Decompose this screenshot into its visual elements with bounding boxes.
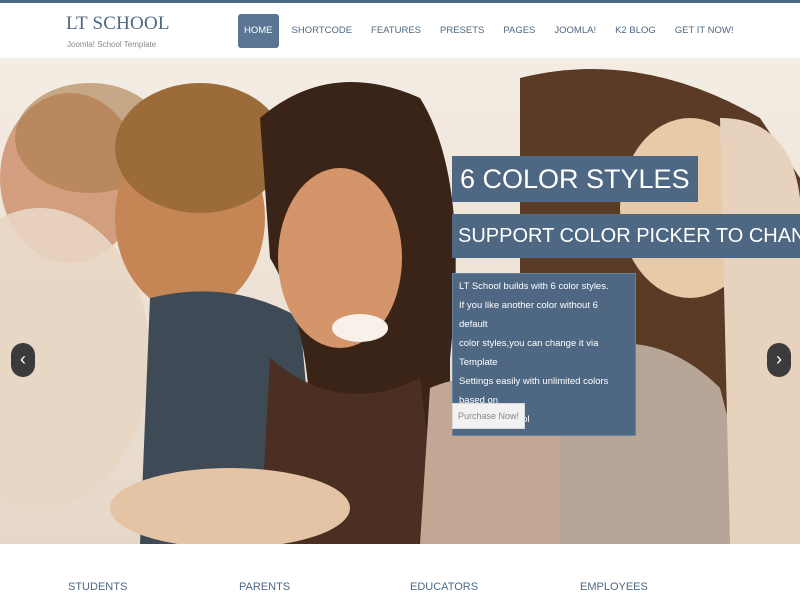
slide-title: 6 COLOR STYLES — [452, 156, 698, 202]
hero-photo — [0, 69, 800, 544]
nav-item-k2-blog[interactable]: K2 BLOG — [609, 14, 662, 48]
slider-next-arrow-icon[interactable]: › — [767, 343, 791, 377]
feature-heading-students: STUDENTS — [68, 581, 128, 593]
feature-heading-educators: EDUCATORS — [410, 581, 479, 593]
slide-subtitle: SUPPORT COLOR PICKER TO CHANGE — [452, 214, 800, 258]
site-header: LT SCHOOL Joomla! School Template HOME S… — [0, 3, 800, 58]
nav-item-joomla[interactable]: JOOMLA! — [548, 14, 602, 48]
nav-item-home[interactable]: HOME — [238, 14, 279, 48]
hero-slider: 6 COLOR STYLES SUPPORT COLOR PICKER TO C… — [0, 58, 800, 544]
feature-heading-parents: PARENTS — [239, 581, 291, 593]
feature-headings-row: STUDENTS PARENTS EDUCATORS EMPLOYEES — [0, 544, 800, 600]
feature-heading-employees: EMPLOYEES — [580, 581, 648, 593]
nav-item-pages[interactable]: PAGES — [497, 14, 541, 48]
nav-item-shortcode[interactable]: SHORTCODE — [286, 14, 359, 48]
nav-item-get-it-now[interactable]: GET IT NOW! — [669, 14, 740, 48]
site-tagline: Joomla! School Template — [67, 40, 157, 49]
nav-item-presets[interactable]: PRESETS — [434, 14, 490, 48]
nav-item-features[interactable]: FEATURES — [365, 14, 427, 48]
slider-prev-arrow-icon[interactable]: ‹ — [11, 343, 35, 377]
site-logo-title[interactable]: LT SCHOOL — [66, 13, 170, 35]
slide-desc-line: color styles,you can change it via Templ… — [459, 338, 599, 368]
slide-desc-line: If you like another color without 6 defa… — [459, 300, 598, 330]
slide-desc-line: LT School builds with 6 color styles. — [459, 281, 609, 292]
purchase-now-button[interactable]: Purchase Now! — [452, 403, 526, 429]
main-navigation: HOME SHORTCODE FEATURES PRESETS PAGES JO… — [238, 14, 747, 48]
